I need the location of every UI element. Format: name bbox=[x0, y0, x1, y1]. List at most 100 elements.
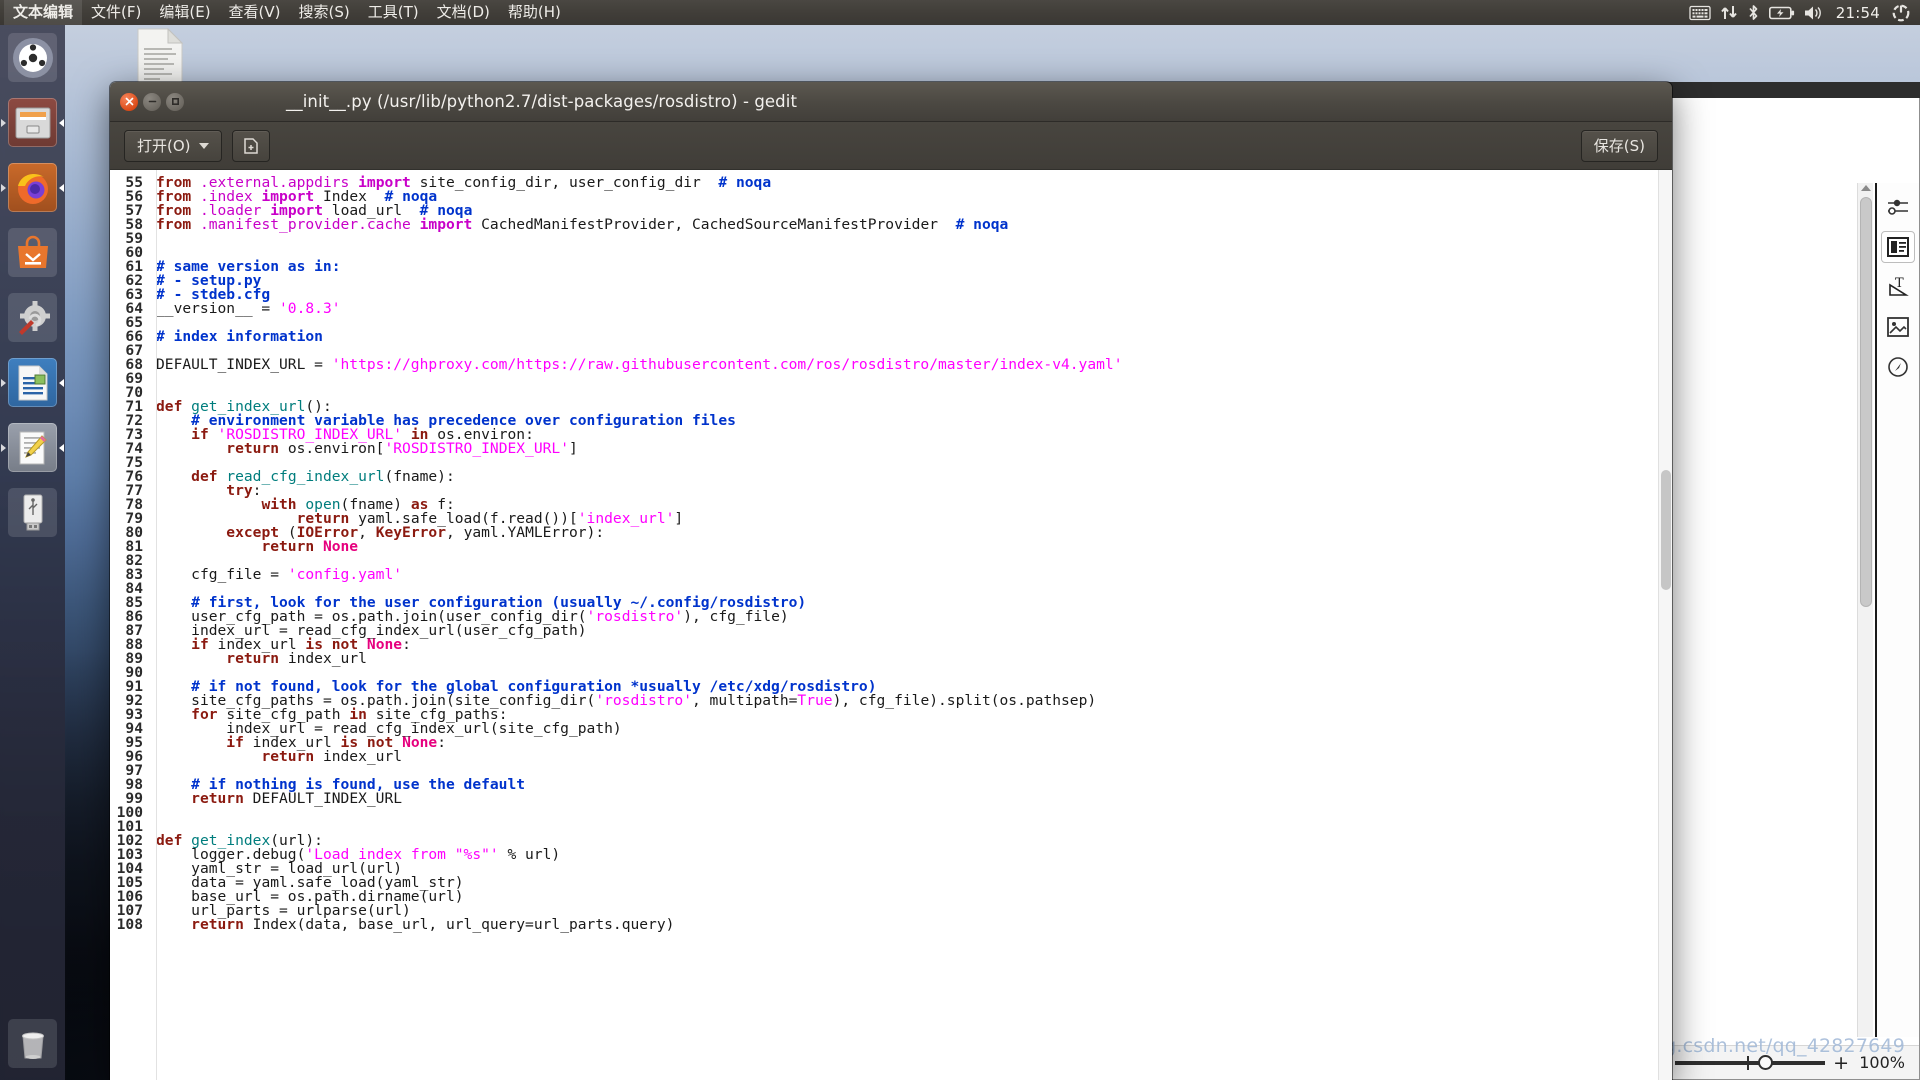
gedit-titlebar[interactable]: __init__.py (/usr/lib/python2.7/dist-pac… bbox=[110, 82, 1672, 122]
panel-menu-help[interactable]: 帮助(H) bbox=[499, 0, 570, 25]
power-gear-icon[interactable] bbox=[1892, 0, 1910, 25]
code-line[interactable]: 101 bbox=[110, 819, 1658, 834]
code-line[interactable]: 60 bbox=[110, 245, 1658, 260]
gutter-divider bbox=[156, 170, 157, 1080]
gedit-window[interactable]: __init__.py (/usr/lib/python2.7/dist-pac… bbox=[110, 82, 1672, 1080]
network-updown-icon[interactable] bbox=[1720, 0, 1738, 25]
bluetooth-icon[interactable] bbox=[1747, 0, 1760, 25]
close-icon[interactable] bbox=[120, 92, 138, 111]
code-line[interactable]: 83 cfg_file = 'config.yaml' bbox=[110, 567, 1658, 582]
scroll-up-arrow-icon[interactable] bbox=[1861, 185, 1871, 191]
code-line[interactable]: 76 def read_cfg_index_url(fname): bbox=[110, 468, 1658, 485]
zoom-slider-handle[interactable] bbox=[1758, 1054, 1774, 1070]
maximize-icon[interactable] bbox=[166, 92, 184, 111]
zoom-slider[interactable]: − + bbox=[1651, 1052, 1849, 1074]
desktop-document-icon[interactable] bbox=[128, 27, 192, 90]
code-line[interactable]: 66 # index information bbox=[110, 328, 1658, 345]
code-line-text: # - setup.py bbox=[156, 272, 262, 289]
settings-sliders-icon[interactable] bbox=[1881, 191, 1915, 223]
launcher-system-settings[interactable] bbox=[0, 285, 65, 350]
launcher-libreoffice-writer[interactable] bbox=[0, 350, 65, 415]
window-controls bbox=[110, 92, 184, 111]
ubuntu-logo-icon bbox=[12, 37, 53, 78]
code-line-text: # index information bbox=[156, 328, 323, 345]
launcher-files[interactable] bbox=[0, 90, 65, 155]
navigator-compass-icon[interactable] bbox=[1881, 351, 1915, 383]
zoom-slider-track[interactable] bbox=[1675, 1054, 1826, 1070]
open-file-button[interactable]: 打开(O) bbox=[124, 129, 222, 162]
code-line[interactable]: 70 bbox=[110, 385, 1658, 400]
code-line[interactable]: 65 bbox=[110, 315, 1658, 330]
open-file-label: 打开(O) bbox=[137, 137, 191, 155]
editor-scrollbar-thumb[interactable] bbox=[1661, 470, 1671, 590]
launcher-ubuntu-software[interactable] bbox=[0, 220, 65, 285]
code-line-text: def read_cfg_index_url(fname): bbox=[191, 468, 455, 485]
panel-menu-tools[interactable]: 工具(T) bbox=[359, 0, 428, 25]
panel-menu-documents[interactable]: 文档(D) bbox=[428, 0, 499, 25]
code-line[interactable]: 64 __version__ = '0.8.3' bbox=[110, 300, 1658, 317]
code-editor[interactable]: 55 from .external.appdirs import site_con… bbox=[110, 170, 1658, 1080]
code-line[interactable]: 100 bbox=[110, 805, 1658, 820]
text-style-icon[interactable]: T bbox=[1881, 271, 1915, 303]
running-indicator-left bbox=[1, 378, 6, 387]
focus-indicator-right bbox=[59, 378, 64, 387]
code-line-text: __version__ = '0.8.3' bbox=[156, 300, 341, 317]
code-line[interactable]: 108 return Index(data, base_url, url_que… bbox=[110, 916, 1658, 933]
document-writer-icon bbox=[18, 365, 47, 400]
launcher-ubuntu-dash[interactable] bbox=[0, 25, 65, 90]
gallery-image-icon[interactable] bbox=[1881, 311, 1915, 343]
code-line[interactable]: 69 bbox=[110, 371, 1658, 386]
code-line[interactable]: 63 # - stdeb.cfg bbox=[110, 287, 1658, 302]
background-window-scrollbar[interactable] bbox=[1857, 183, 1873, 1037]
panel-menu-edit[interactable]: 编辑(E) bbox=[150, 0, 219, 25]
minimize-icon[interactable] bbox=[143, 92, 161, 111]
launcher-trash-area bbox=[0, 1011, 65, 1076]
save-button-label: 保存(S) bbox=[1593, 137, 1645, 155]
code-line-text: from .manifest_provider.cache import Cac… bbox=[156, 216, 1009, 233]
code-line[interactable]: 68 DEFAULT_INDEX_URL = 'https://ghproxy.c… bbox=[110, 357, 1658, 372]
running-indicator-left bbox=[1, 183, 6, 192]
code-line[interactable]: 74 return os.environ['ROSDISTRO_INDEX_UR… bbox=[110, 441, 1658, 456]
code-line[interactable]: 61 # same version as in: bbox=[110, 258, 1658, 275]
code-line[interactable]: 59 bbox=[110, 231, 1658, 246]
code-line[interactable]: 89 return index_url bbox=[110, 651, 1658, 666]
panel-menu-search[interactable]: 搜索(S) bbox=[290, 0, 359, 25]
launcher-text-editor[interactable] bbox=[0, 415, 65, 480]
clock-label[interactable]: 21:54 bbox=[1833, 4, 1883, 22]
chevron-down-icon bbox=[198, 142, 209, 149]
code-line-text: return index_url bbox=[261, 748, 403, 765]
keyboard-icon[interactable] bbox=[1689, 0, 1711, 25]
zoom-in-button[interactable]: + bbox=[1833, 1052, 1849, 1074]
running-indicator-left bbox=[1, 443, 6, 452]
background-window-sidebar[interactable]: T bbox=[1875, 183, 1919, 1037]
code-line[interactable]: 62 # - setup.py bbox=[110, 272, 1658, 289]
launcher-firefox[interactable] bbox=[0, 155, 65, 220]
trash-icon bbox=[21, 1032, 44, 1059]
code-line[interactable]: 99 return DEFAULT_INDEX_URL bbox=[110, 790, 1658, 807]
top-panel: 文本编辑 文件(F) 编辑(E) 查看(V) 搜索(S) 工具(T) 文档(D) 帮助(H) bbox=[0, 0, 1920, 25]
panel-menu-view[interactable]: 查看(V) bbox=[220, 0, 290, 25]
save-button[interactable]: 保存(S) bbox=[1580, 129, 1658, 162]
running-indicator-left bbox=[1, 118, 6, 127]
volume-icon[interactable] bbox=[1804, 0, 1824, 25]
code-line-text: # same version as in: bbox=[156, 258, 341, 275]
gedit-body: 55 from .external.appdirs import site_con… bbox=[110, 170, 1672, 1080]
scrollbar-thumb[interactable] bbox=[1860, 197, 1872, 607]
code-line[interactable]: 81 return None bbox=[110, 538, 1658, 555]
focus-indicator-right bbox=[59, 443, 64, 452]
usb-drive-icon bbox=[23, 494, 42, 530]
battery-icon[interactable] bbox=[1768, 0, 1795, 25]
line-number: 108 bbox=[116, 916, 143, 933]
launcher-usb-drive[interactable] bbox=[0, 480, 65, 545]
panel-menu-file[interactable]: 文件(F) bbox=[82, 0, 150, 25]
new-document-button[interactable] bbox=[231, 129, 270, 162]
launcher-trash[interactable] bbox=[0, 1011, 65, 1076]
code-line-text: return None bbox=[261, 538, 359, 555]
code-line[interactable]: 96 return index_url bbox=[110, 748, 1658, 765]
code-line[interactable]: 58 from .manifest_provider.cache import C… bbox=[110, 216, 1658, 233]
panel-app-name[interactable]: 文本编辑 bbox=[4, 0, 83, 25]
editor-scrollbar[interactable] bbox=[1658, 170, 1672, 1080]
zoom-level-label: 100% bbox=[1859, 1053, 1905, 1072]
code-line-text: return DEFAULT_INDEX_URL bbox=[191, 790, 403, 807]
properties-panel-icon[interactable] bbox=[1881, 231, 1915, 263]
